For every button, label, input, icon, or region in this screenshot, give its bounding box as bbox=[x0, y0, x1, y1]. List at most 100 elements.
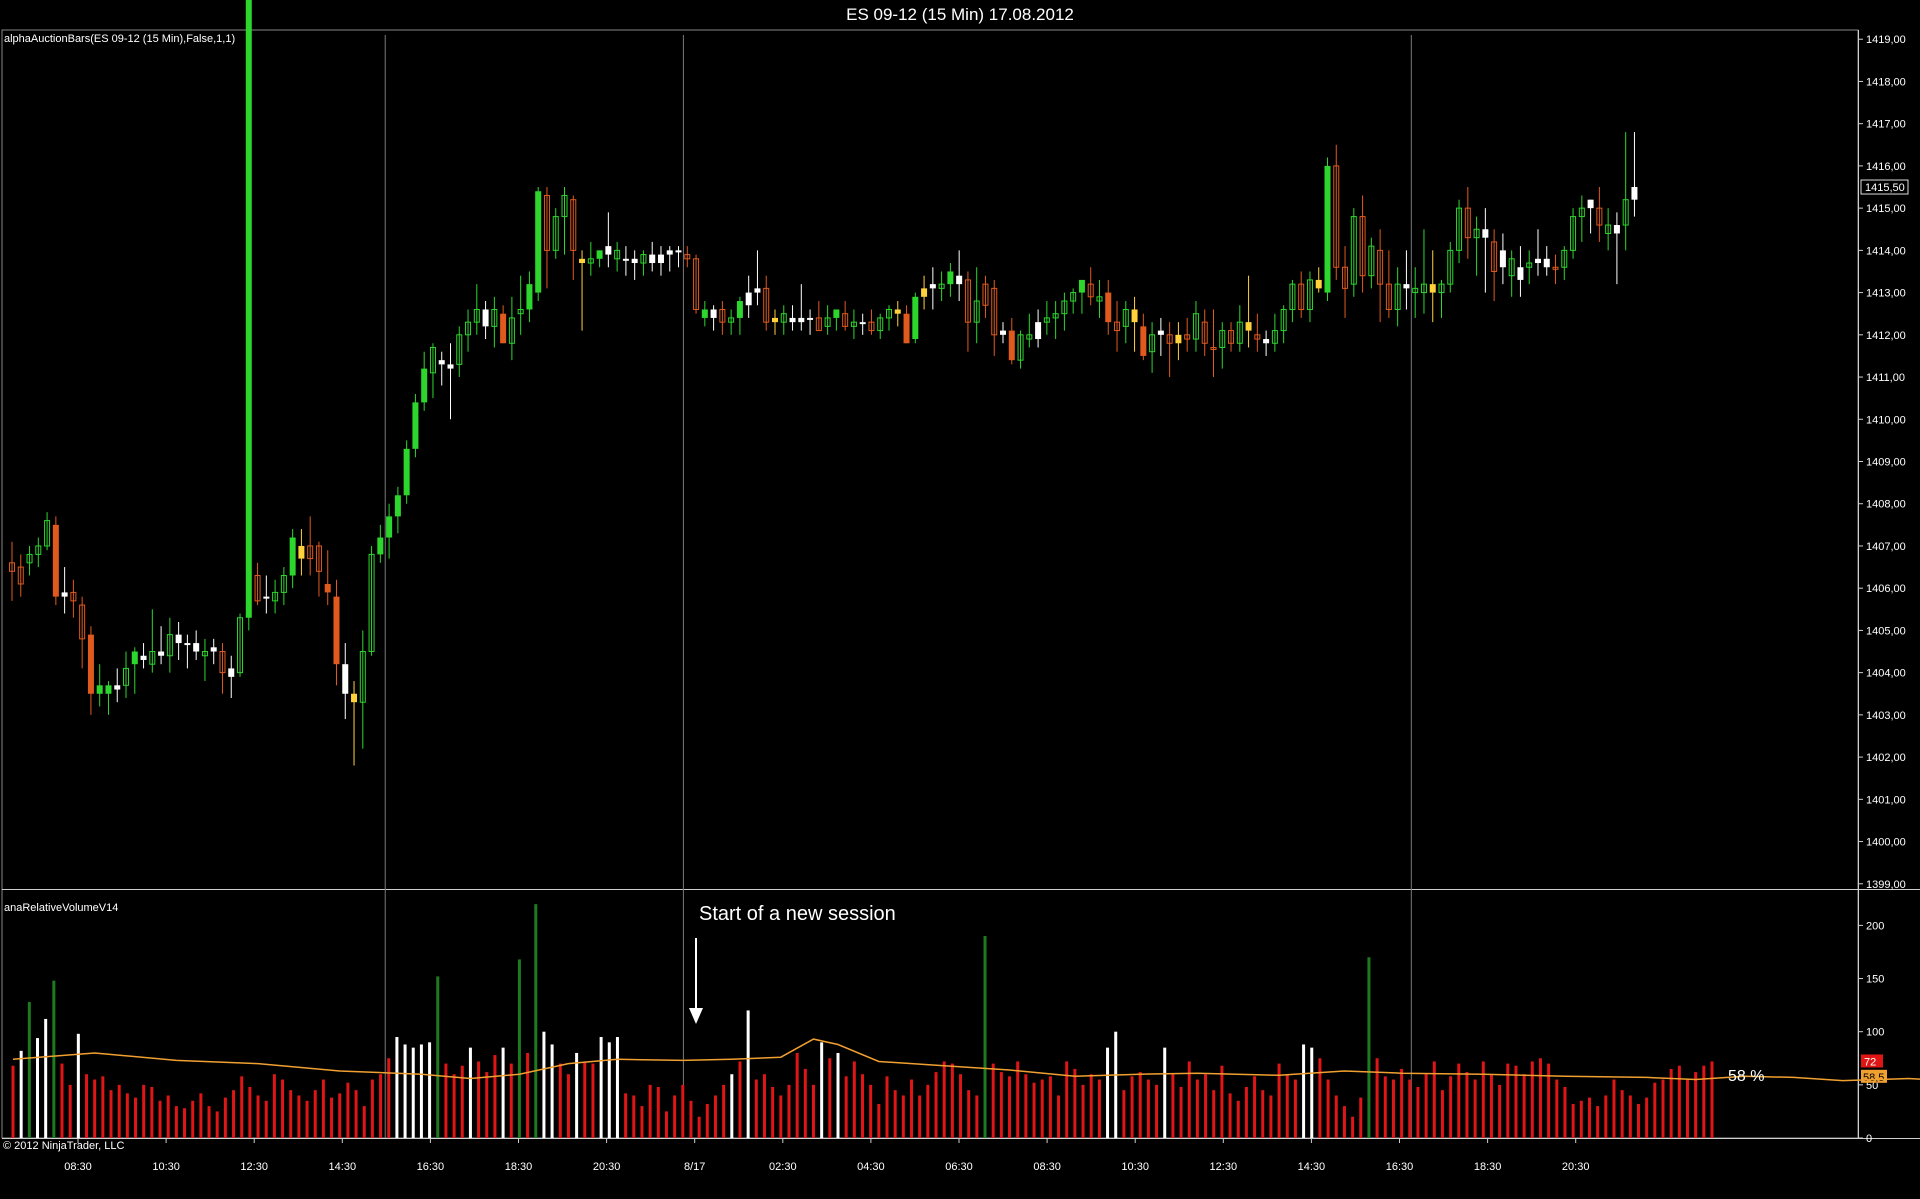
volume-bar bbox=[1579, 1100, 1583, 1138]
candle bbox=[447, 343, 454, 420]
candle bbox=[114, 668, 121, 703]
volume-bar bbox=[934, 1072, 938, 1138]
candle bbox=[289, 529, 296, 589]
volume-bar bbox=[1359, 1097, 1363, 1138]
trading-chart[interactable]: 1419,00 1418,00 1417,00 1416,00 1415,00 1414,… bbox=[0, 0, 1920, 1199]
time-tick-label: 16:30 bbox=[1386, 1161, 1414, 1173]
volume-bar bbox=[460, 1065, 464, 1138]
volume-bar bbox=[1171, 1074, 1175, 1138]
volume-bar bbox=[1661, 1079, 1665, 1138]
candle bbox=[1315, 267, 1322, 293]
candle bbox=[1201, 309, 1208, 356]
volume-bar bbox=[477, 1061, 481, 1138]
volume-bar bbox=[1702, 1065, 1706, 1138]
candle bbox=[1236, 305, 1243, 352]
candle bbox=[789, 305, 796, 331]
candle bbox=[543, 187, 550, 289]
time-tick-label: 12:30 bbox=[240, 1161, 268, 1173]
candle-body bbox=[298, 545, 305, 559]
volume-bar bbox=[1408, 1079, 1412, 1138]
candle bbox=[1377, 229, 1384, 323]
candle-body bbox=[622, 258, 629, 261]
volume-bar bbox=[44, 1018, 48, 1138]
volume-bar bbox=[877, 1103, 881, 1138]
candle bbox=[254, 562, 261, 606]
candle bbox=[1096, 279, 1103, 318]
volume-tick-label: 200 bbox=[1866, 920, 1884, 932]
time-tick-label: 8/17 bbox=[684, 1161, 705, 1173]
price-tick-label: 1405,00 bbox=[1866, 625, 1906, 637]
candle bbox=[912, 292, 919, 344]
candle bbox=[315, 541, 322, 597]
candle bbox=[1543, 246, 1550, 276]
volume-bar bbox=[1155, 1084, 1159, 1138]
volume-bar bbox=[452, 1074, 456, 1138]
volume-bar bbox=[820, 1042, 824, 1138]
candle bbox=[1324, 157, 1331, 302]
volume-bar bbox=[1391, 1079, 1395, 1138]
candle bbox=[1342, 246, 1349, 318]
volume-bar bbox=[379, 1074, 383, 1138]
volume-bar bbox=[983, 936, 987, 1138]
candle bbox=[1175, 322, 1182, 361]
volume-bar bbox=[1179, 1086, 1183, 1138]
volume-bar bbox=[272, 1074, 276, 1138]
candle bbox=[263, 575, 270, 614]
volume-bar bbox=[1375, 1058, 1379, 1138]
volume-bar bbox=[1065, 1061, 1069, 1138]
volume-bar bbox=[428, 1042, 432, 1138]
candle bbox=[833, 309, 840, 331]
volume-bar bbox=[566, 1074, 570, 1138]
candle bbox=[631, 250, 638, 280]
candle bbox=[1350, 208, 1357, 297]
volume-bar bbox=[68, 1084, 72, 1138]
volume-bar bbox=[893, 1090, 897, 1138]
candle bbox=[1070, 288, 1077, 314]
candle bbox=[166, 617, 173, 673]
volume-marker-label: 72 bbox=[1864, 1056, 1876, 1068]
volume-bar bbox=[1146, 1079, 1150, 1138]
candle bbox=[1394, 267, 1401, 327]
volume-bar bbox=[117, 1084, 121, 1138]
copyright-text: © 2012 NinjaTrader, LLC bbox=[3, 1140, 125, 1152]
candle-body bbox=[175, 634, 182, 644]
candle bbox=[26, 545, 33, 576]
volume-bar bbox=[991, 1063, 995, 1138]
volume-bar bbox=[787, 1084, 791, 1138]
volume-bar bbox=[501, 1047, 505, 1138]
candle bbox=[701, 301, 708, 327]
candle-body bbox=[1131, 309, 1138, 323]
candle bbox=[807, 309, 814, 335]
candle bbox=[1192, 301, 1199, 352]
candle bbox=[921, 275, 928, 310]
candle bbox=[1114, 301, 1121, 352]
time-tick-label: 18:30 bbox=[505, 1161, 533, 1173]
candle-body bbox=[1587, 199, 1594, 209]
volume-bar bbox=[583, 1061, 587, 1138]
candle bbox=[570, 195, 577, 280]
candle bbox=[1403, 250, 1410, 310]
volume-bar bbox=[297, 1095, 301, 1138]
volume-bar bbox=[1351, 1116, 1355, 1138]
candle bbox=[1087, 267, 1094, 306]
price-tick-label: 1408,00 bbox=[1866, 499, 1906, 511]
candle bbox=[9, 541, 15, 601]
volume-axis: 0501001502007258,5 bbox=[1858, 920, 1887, 1145]
volume-bar bbox=[673, 1095, 677, 1138]
volume-bar bbox=[762, 1074, 766, 1138]
candle-body bbox=[482, 309, 489, 327]
candle bbox=[201, 638, 208, 682]
candle bbox=[500, 305, 507, 344]
candle bbox=[526, 271, 533, 323]
volume-bar bbox=[1318, 1058, 1322, 1138]
candle-body bbox=[745, 292, 752, 306]
candle bbox=[70, 579, 77, 618]
annotation-arrow bbox=[689, 938, 703, 1024]
candle-body bbox=[947, 271, 954, 285]
candle bbox=[1035, 309, 1042, 348]
volume-bar bbox=[1440, 1090, 1444, 1138]
volume-bar bbox=[795, 1052, 799, 1138]
candle-body bbox=[412, 402, 419, 449]
candle bbox=[1122, 301, 1129, 344]
price-tick-label: 1404,00 bbox=[1866, 668, 1906, 680]
